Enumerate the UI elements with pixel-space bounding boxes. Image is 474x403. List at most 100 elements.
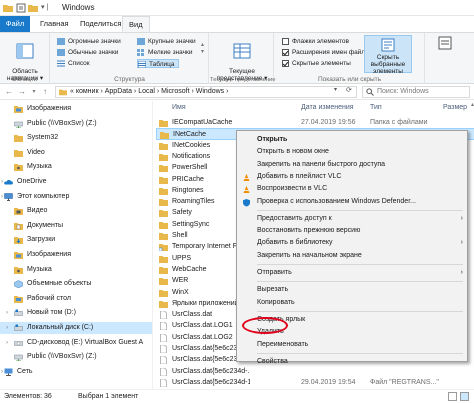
context-menu-item[interactable]: Восстановить прежнюю версию xyxy=(237,225,467,237)
checkbox-file-extensions[interactable] xyxy=(282,49,289,56)
expand-chevron-icon[interactable]: › xyxy=(6,337,8,349)
new-folder-icon[interactable] xyxy=(28,3,38,13)
nav-item[interactable]: › CD-дисковод (E:) VirtualBox Guest A xyxy=(0,337,152,349)
expand-chevron-icon[interactable]: › xyxy=(1,176,3,188)
nav-item[interactable]: Музыка xyxy=(0,161,152,173)
column-header-date[interactable]: Дата изменения xyxy=(301,101,354,115)
nav-item[interactable]: › Новый том (D:) xyxy=(0,307,152,319)
context-menu-item[interactable]: Добавить в библиотеку › xyxy=(237,237,467,249)
up-arrow-icon[interactable]: ↑ xyxy=(40,87,50,97)
view-small-icons[interactable]: Мелкие значки xyxy=(137,48,192,57)
tab-file[interactable]: Файл xyxy=(0,16,30,32)
nav-item[interactable]: › Этот компьютер xyxy=(0,191,152,203)
context-menu-item-label: Добавить в плейлист VLC xyxy=(257,172,342,180)
context-menu-item[interactable]: Свойства xyxy=(237,356,467,368)
computer-icon xyxy=(4,192,13,201)
view-large-icons[interactable]: Крупные значки xyxy=(137,37,196,46)
nav-item-label: Этот компьютер xyxy=(17,192,70,200)
context-menu-item[interactable]: Отправить › xyxy=(237,267,467,279)
nav-item[interactable]: Рабочий стол xyxy=(0,293,152,305)
context-menu-item-label: Проверка с использованием Windows Defend… xyxy=(257,197,416,205)
nav-item[interactable]: › Локальный диск (C:) xyxy=(0,322,152,334)
expand-chevron-icon[interactable]: › xyxy=(1,366,3,378)
context-menu-item[interactable]: Открыть в новом окне xyxy=(237,146,467,158)
ribbon-tabs: Файл Главная Поделиться Вид xyxy=(0,16,474,32)
cd-drive-icon xyxy=(14,340,23,346)
view-list[interactable]: Список xyxy=(57,59,90,68)
search-input[interactable]: Поиск: Windows xyxy=(362,86,470,98)
column-header-name[interactable]: Имя xyxy=(172,101,186,115)
context-menu-item[interactable]: Копировать xyxy=(237,297,467,309)
nav-item[interactable]: Музыка xyxy=(0,264,152,276)
view-extra-large-icons[interactable]: Огромные значки xyxy=(57,37,121,46)
current-view-icon xyxy=(233,43,251,59)
forward-arrow-icon[interactable]: → xyxy=(17,87,27,97)
nav-item[interactable]: System32 xyxy=(0,132,152,144)
window-title: Windows xyxy=(62,3,95,12)
nav-item[interactable]: Public (\\VBoxSvr) (Z:) xyxy=(0,118,152,130)
large-icons-view-toggle[interactable] xyxy=(460,392,469,401)
menu-separator xyxy=(257,310,463,312)
tab-view[interactable]: Вид xyxy=(122,16,150,32)
view-medium-icons[interactable]: Обычные значки xyxy=(57,48,118,57)
music-folder-icon xyxy=(14,164,23,172)
nav-item[interactable]: Загрузки xyxy=(0,234,152,246)
context-menu-item[interactable]: Закрепить на начальном экране xyxy=(237,250,467,262)
tab-home[interactable]: Главная xyxy=(34,16,75,32)
context-menu-item-label: Вырезать xyxy=(257,286,289,294)
nav-item[interactable]: › Сеть xyxy=(0,366,152,378)
expand-chevron-icon[interactable]: › xyxy=(6,307,8,319)
hide-selected-items-button[interactable]: Скрыть выбранные элементы xyxy=(364,35,412,75)
address-dropdown-icon[interactable]: ▾ xyxy=(334,86,337,93)
nav-item[interactable]: Video xyxy=(0,147,152,159)
view-details[interactable]: Таблица xyxy=(137,59,179,68)
nav-item[interactable]: Изображения xyxy=(0,249,152,261)
hidden-items-toggle[interactable]: Скрытые элементы xyxy=(282,59,351,68)
context-menu-item[interactable]: Воспроизвести в VLC xyxy=(237,183,467,195)
context-menu-item[interactable]: Проверка с использованием Windows Defend… xyxy=(237,196,467,208)
context-menu-item[interactable]: Предоставить доступ к › xyxy=(237,213,467,225)
context-menu-item-label: Свойства xyxy=(257,357,288,365)
address-input[interactable]: « комник › AppData › Local › Microsoft ›… xyxy=(55,86,357,98)
refresh-icon[interactable]: ⟳ xyxy=(346,86,352,94)
expand-chevron-icon[interactable]: › xyxy=(1,191,3,203)
recent-locations-icon[interactable]: ▾ xyxy=(29,87,39,97)
folder-icon xyxy=(159,210,168,218)
tab-share[interactable]: Поделиться xyxy=(74,16,127,32)
details-view-toggle[interactable] xyxy=(448,392,457,401)
nav-item[interactable]: Объемные объекты xyxy=(0,278,152,290)
file-extensions-toggle[interactable]: Расширения имен файлов xyxy=(282,48,372,57)
nav-item[interactable]: Видео xyxy=(0,205,152,217)
file-row[interactable]: UsrClass.dat{5e6c234d-1446-11e9-bdbc-...… xyxy=(156,377,474,389)
context-menu-item[interactable]: Добавить в плейлист VLC xyxy=(237,171,467,183)
back-arrow-icon[interactable]: ← xyxy=(4,87,14,97)
pictures-folder-icon xyxy=(14,106,23,113)
drive-icon xyxy=(14,309,23,317)
quick-access-dropdown-icon[interactable]: ▾ | xyxy=(41,3,48,13)
item-checkboxes-toggle[interactable]: Флажки элементов xyxy=(282,37,349,46)
context-menu-item[interactable]: Закрепить на панели быстрого доступа xyxy=(237,159,467,171)
options-button[interactable] xyxy=(428,36,462,52)
3d-objects-icon xyxy=(14,280,23,289)
nav-item[interactable]: Документы xyxy=(0,220,152,232)
checkbox-hidden-items[interactable] xyxy=(282,60,289,67)
expand-chevron-icon[interactable]: › xyxy=(6,322,8,334)
context-menu-item[interactable]: Переименовать xyxy=(237,339,467,351)
nav-item[interactable]: › OneDrive xyxy=(0,176,152,188)
context-menu-item[interactable]: Вырезать xyxy=(237,284,467,296)
structure-scroll-icon[interactable]: ▴ ▾ xyxy=(201,41,204,55)
properties-icon[interactable] xyxy=(16,3,26,13)
column-header-size[interactable]: Размер xyxy=(443,101,467,115)
current-view-button[interactable]: Текущее представление ▾ xyxy=(216,36,268,82)
ribbon-group-current-view: Текущее представление ▾ Текущее представ… xyxy=(210,33,275,85)
file-row[interactable]: IECompatUaCache 27.04.2019 19:56 Папка с ф… xyxy=(156,117,474,129)
context-menu-item[interactable]: Открыть xyxy=(237,134,467,146)
column-header-type[interactable]: Тип xyxy=(370,101,382,115)
nav-item[interactable]: Изображения xyxy=(0,103,152,115)
nav-item-label: Локальный диск (C:) xyxy=(27,324,94,331)
checkbox-item-checkboxes[interactable] xyxy=(282,38,289,45)
breadcrumb: « комник › AppData › Local › Microsoft ›… xyxy=(70,88,229,95)
submenu-arrow-icon: › xyxy=(460,269,463,276)
nav-item[interactable]: Public (\\VBoxSvr) (Z:) xyxy=(0,351,152,363)
nav-item-label: Документы xyxy=(27,221,64,229)
